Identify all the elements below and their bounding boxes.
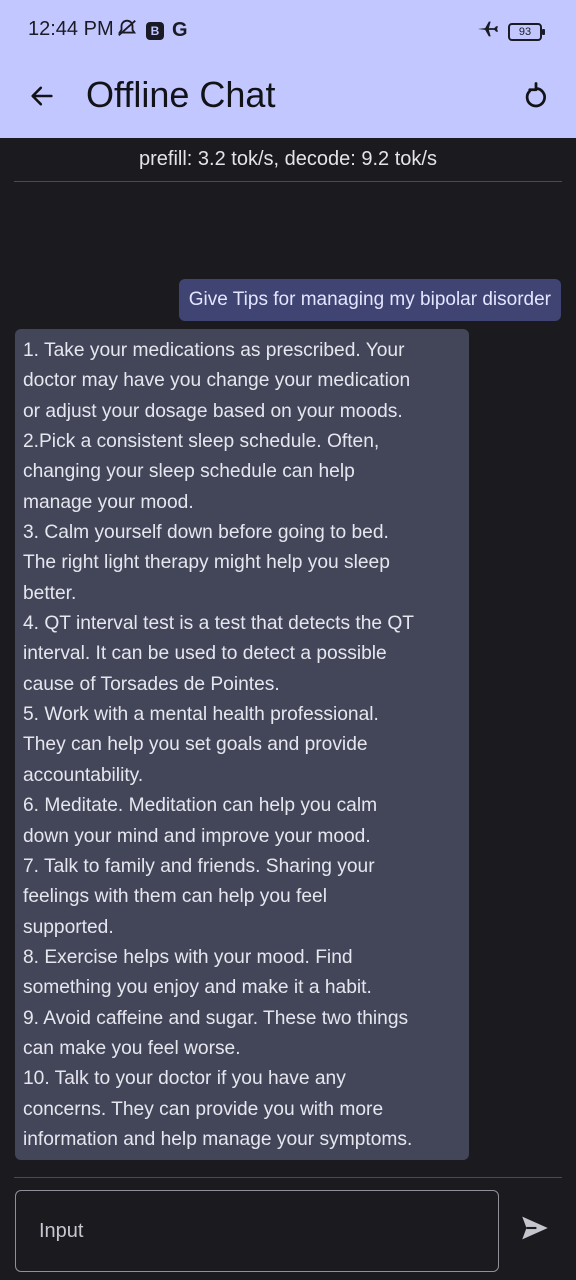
arrow-left-icon: [31, 86, 53, 106]
performance-stats: prefill: 3.2 tok/s, decode: 9.2 tok/s: [139, 148, 437, 170]
message-input[interactable]: [16, 1191, 498, 1271]
bot-message-line: can make you feel worse.: [23, 1037, 241, 1059]
user-message: Give Tips for managing my bipolar disord…: [178, 279, 561, 321]
b-badge-icon: B: [146, 21, 164, 40]
bot-message-line: cause of Torsades de Pointes.: [23, 673, 280, 695]
bot-message-line: 6. Meditate. Meditation can help you cal…: [23, 795, 378, 817]
google-icon: G: [172, 19, 188, 41]
bot-message-line: 10. Talk to your doctor if you have any: [23, 1068, 346, 1090]
bot-message-line: 4. QT interval test is a test that detec…: [23, 613, 415, 635]
bot-message-line: interval. It can be used to detect a pos…: [23, 643, 387, 665]
airplane-mode-icon: [476, 18, 498, 45]
bot-message-line: concerns. They can provide you with more: [23, 1098, 384, 1120]
bot-message-line: down your mind and improve your mood.: [23, 825, 371, 847]
bot-message-line: something you enjoy and make it a habit.: [23, 977, 372, 999]
bot-message-line: or adjust your dosage based on your mood…: [23, 400, 403, 422]
bot-message-line: supported.: [23, 916, 114, 938]
bot-message-line: accountability.: [23, 764, 144, 786]
bot-message-line: They can help you set goals and provide: [23, 734, 368, 756]
bottom-divider: [14, 1177, 562, 1178]
bot-message-line: 1. Take your medications as prescribed. …: [23, 340, 405, 361]
send-button[interactable]: [515, 1208, 555, 1248]
refresh-icon: [525, 82, 546, 108]
bot-message-line: The right light therapy might help you s…: [23, 552, 390, 574]
bot-message-line: 2.Pick a consistent sleep schedule. Ofte…: [23, 431, 380, 453]
message-input-box[interactable]: [15, 1190, 499, 1272]
app-bar: Offline Chat: [0, 60, 576, 138]
reset-chat-button[interactable]: [516, 76, 556, 116]
bot-message-line: 9. Avoid caffeine and sugar. These two t…: [23, 1007, 409, 1029]
send-icon: [522, 1216, 548, 1240]
bot-message-line: better.: [23, 582, 77, 604]
muted-alarm-icon: [116, 17, 138, 44]
bot-message-line: 5. Work with a mental health professiona…: [23, 704, 379, 726]
bot-message-line: doctor may have you change your medicati…: [23, 370, 411, 392]
bot-message: 1. Take your medications as prescribed. …: [15, 329, 469, 1161]
bot-message-line: 7. Talk to family and friends. Sharing y…: [23, 855, 375, 877]
status-icons-left: B G: [116, 17, 188, 44]
bot-message-line: 3. Calm yourself down before going to be…: [23, 522, 389, 544]
status-icons-right: 93: [476, 18, 545, 45]
page-title: Offline Chat: [86, 74, 276, 115]
bot-message-line: feelings with them can help you feel: [23, 886, 327, 908]
status-time: 12:44 PM: [28, 18, 114, 40]
bot-message-line: information and help manage your symptom…: [23, 1128, 413, 1150]
bot-message-line: 8. Exercise helps with your mood. Find: [23, 946, 353, 968]
back-button[interactable]: [22, 76, 62, 116]
status-bar: 12:44 PM B G 93: [0, 0, 576, 60]
top-divider: [14, 181, 562, 182]
bot-message-line: manage your mood.: [23, 491, 194, 513]
battery-icon: 93: [508, 22, 545, 41]
bot-message-line: changing your sleep schedule can help: [23, 461, 355, 483]
